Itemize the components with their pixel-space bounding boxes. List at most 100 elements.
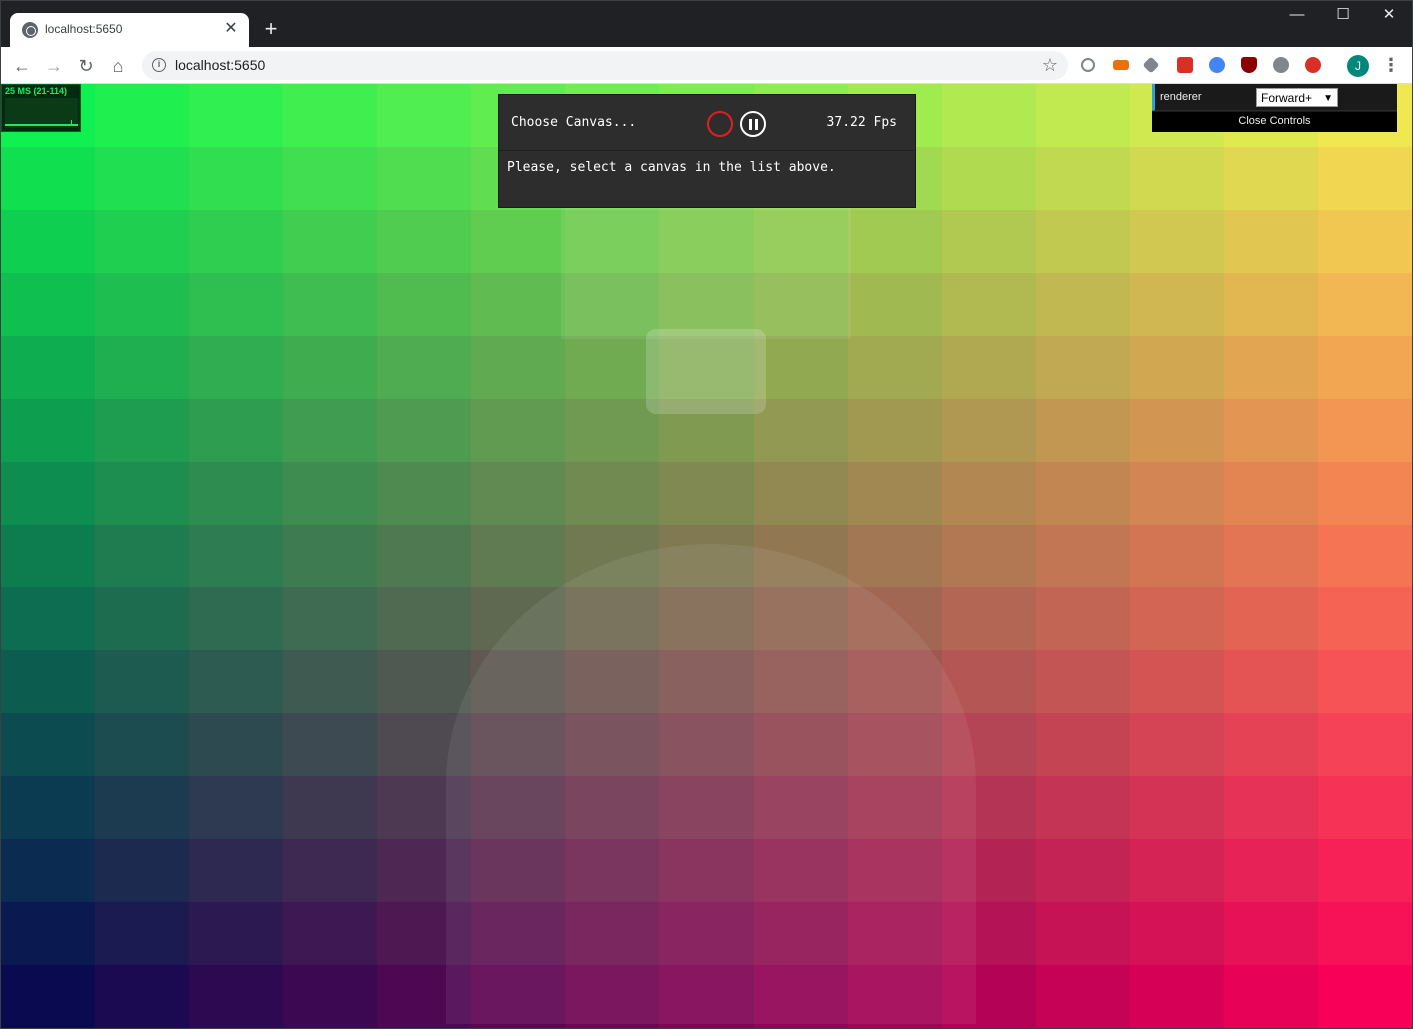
- canvas-tile: [1223, 398, 1318, 462]
- canvas-tile: [189, 839, 284, 903]
- pause-button[interactable]: [740, 111, 766, 137]
- forward-button[interactable]: →: [41, 53, 67, 79]
- canvas-tile: [95, 272, 190, 336]
- canvas-tile: [1223, 335, 1318, 399]
- canvas-tile: [941, 398, 1036, 462]
- canvas-tile: [1, 524, 96, 588]
- canvas-tile: [95, 839, 190, 903]
- extension-circle-icon[interactable]: [1081, 58, 1095, 72]
- canvas-tile: [1129, 650, 1224, 714]
- stats-widget[interactable]: 25 MS (21-114): [1, 84, 81, 132]
- canvas-tile: [95, 650, 190, 714]
- canvas-inspector-panel: Choose Canvas... 37.22 Fps Please, selec…: [498, 94, 916, 208]
- canvas-tile: [1317, 965, 1412, 1028]
- scene-silhouette: [446, 544, 976, 1024]
- home-button[interactable]: ⌂: [105, 53, 131, 79]
- renderer-select-value: Forward+: [1261, 91, 1313, 105]
- canvas-tile: [1317, 839, 1412, 903]
- canvas-tile: [1223, 902, 1318, 966]
- extension-gear-red-icon[interactable]: [1305, 57, 1321, 73]
- canvas-tile: [95, 146, 190, 210]
- canvas-tile: [95, 713, 190, 777]
- canvas-tile: [1035, 902, 1130, 966]
- canvas-tile: [95, 335, 190, 399]
- canvas-tile: [1317, 902, 1412, 966]
- ublock-icon[interactable]: [1241, 57, 1257, 73]
- canvas-tile: [95, 776, 190, 840]
- canvas-tile: [377, 272, 472, 336]
- canvas-tile: [189, 965, 284, 1028]
- extension-drive-icon[interactable]: [1142, 56, 1160, 74]
- close-controls-button[interactable]: Close Controls: [1152, 112, 1397, 132]
- canvas-tile: [471, 398, 566, 462]
- canvas-tile: [1223, 713, 1318, 777]
- reload-button[interactable]: ↻: [73, 53, 99, 79]
- canvas-tile: [1035, 461, 1130, 525]
- renderer-select[interactable]: Forward+ ▼: [1256, 88, 1338, 107]
- bookmark-star-icon[interactable]: ☆: [1042, 55, 1058, 75]
- canvas-tile: [283, 587, 378, 651]
- canvas-tile: [1129, 272, 1224, 336]
- canvas-tile: [1129, 524, 1224, 588]
- canvas-tile: [1129, 776, 1224, 840]
- canvas-tile: [189, 902, 284, 966]
- canvas-tile: [283, 335, 378, 399]
- choose-canvas-dropdown[interactable]: Choose Canvas...: [511, 115, 636, 130]
- stats-graph: [5, 98, 78, 128]
- record-button[interactable]: [707, 111, 733, 137]
- maximize-button[interactable]: ☐: [1320, 4, 1366, 28]
- canvas-tile: [1223, 146, 1318, 210]
- browser-tab[interactable]: localhost:5650 ✕: [10, 13, 249, 47]
- canvas-tile: [377, 146, 472, 210]
- inspector-message: Please, select a canvas in the list abov…: [507, 160, 836, 175]
- canvas-tile: [1129, 146, 1224, 210]
- canvas-tile: [1129, 902, 1224, 966]
- gui-controls-panel: renderer Forward+ ▼ Close Controls: [1152, 84, 1397, 132]
- canvas-tile: [941, 587, 1036, 651]
- canvas-tile: [1317, 335, 1412, 399]
- profile-avatar[interactable]: J: [1347, 55, 1369, 77]
- canvas-tile: [941, 335, 1036, 399]
- canvas-tile: [1035, 335, 1130, 399]
- browser-toolbar: ← → ↻ ⌂ i localhost:5650 ☆ J ⋮: [0, 47, 1413, 84]
- extension-face-icon[interactable]: [1209, 57, 1225, 73]
- canvas-tile: [1317, 587, 1412, 651]
- canvas-tile: [283, 272, 378, 336]
- canvas-tile: [1317, 524, 1412, 588]
- canvas-tile: [941, 272, 1036, 336]
- canvas-tile: [377, 650, 472, 714]
- canvas-tile: [1, 272, 96, 336]
- canvas-tile: [1, 839, 96, 903]
- canvas-tile: [1, 146, 96, 210]
- canvas-tile: [1223, 461, 1318, 525]
- close-tab-icon[interactable]: ✕: [221, 19, 241, 39]
- canvas-tile: [189, 335, 284, 399]
- tab-title: localhost:5650: [45, 22, 123, 36]
- canvas-tile: [283, 461, 378, 525]
- canvas-tile: [1223, 272, 1318, 336]
- canvas-tile: [847, 209, 942, 273]
- new-tab-button[interactable]: +: [259, 18, 283, 42]
- close-window-button[interactable]: ✕: [1366, 4, 1412, 28]
- canvas-tile: [1317, 146, 1412, 210]
- canvas-tile: [189, 650, 284, 714]
- extension-gray-icon[interactable]: [1273, 57, 1289, 73]
- browser-menu-icon[interactable]: ⋮: [1382, 55, 1400, 77]
- canvas-tile: [1035, 776, 1130, 840]
- canvas-tile: [1, 209, 96, 273]
- canvas-tile: [1129, 587, 1224, 651]
- canvas-tile: [1035, 650, 1130, 714]
- canvas-tile: [1035, 272, 1130, 336]
- back-button[interactable]: ←: [9, 53, 35, 79]
- minimize-button[interactable]: —: [1274, 4, 1320, 28]
- canvas-tile: [1035, 84, 1130, 147]
- canvas-tile: [565, 461, 660, 525]
- extension-red-icon[interactable]: [1177, 57, 1193, 73]
- extension-tag-icon[interactable]: [1113, 60, 1129, 70]
- canvas-tile: [189, 398, 284, 462]
- canvas-tile: [941, 146, 1036, 210]
- info-icon[interactable]: i: [152, 58, 166, 72]
- address-bar[interactable]: i localhost:5650 ☆: [142, 51, 1068, 80]
- canvas-tile: [377, 335, 472, 399]
- canvas-tile: [1, 650, 96, 714]
